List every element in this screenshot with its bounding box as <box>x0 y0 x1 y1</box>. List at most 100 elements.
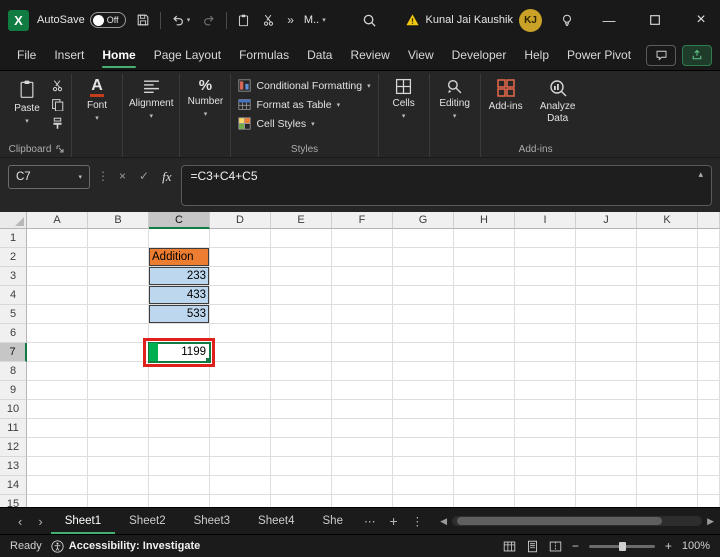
grid-cell-j5[interactable] <box>576 305 637 324</box>
grid-cell-c14[interactable] <box>149 476 210 495</box>
row-header-1[interactable]: 1 <box>0 229 27 248</box>
menu-page-layout[interactable]: Page Layout <box>145 43 230 67</box>
grid-cell-b5[interactable] <box>88 305 149 324</box>
grid-cell-d14[interactable] <box>210 476 271 495</box>
row-header-7[interactable]: 7 <box>0 343 27 362</box>
undo-button[interactable]: ▾ <box>169 11 193 29</box>
name-box[interactable]: C7 ▾ <box>8 165 90 189</box>
menu-home[interactable]: Home <box>93 43 144 67</box>
grid-cell-h9[interactable] <box>454 381 515 400</box>
grid-cell-d1[interactable] <box>210 229 271 248</box>
dialog-launcher-icon[interactable] <box>56 145 64 153</box>
column-header-h[interactable]: H <box>454 212 515 229</box>
row-header-5[interactable]: 5 <box>0 305 27 324</box>
menu-insert[interactable]: Insert <box>45 43 93 67</box>
grid-cell-k8[interactable] <box>637 362 698 381</box>
row-header-13[interactable]: 13 <box>0 457 27 476</box>
page-layout-view-icon[interactable] <box>526 540 539 553</box>
redo-button[interactable] <box>200 11 218 29</box>
grid-cell-g10[interactable] <box>393 400 454 419</box>
save-button[interactable] <box>134 11 152 29</box>
new-sheet-button[interactable]: + <box>382 513 404 529</box>
grid-cell-i6[interactable] <box>515 324 576 343</box>
grid-cell-k2[interactable] <box>637 248 698 267</box>
customize-toolbar-dropdown[interactable]: M.. ▾ <box>304 14 326 26</box>
grid-cell-i2[interactable] <box>515 248 576 267</box>
format-painter-icon[interactable] <box>51 117 64 130</box>
grid-cell-c1[interactable] <box>149 229 210 248</box>
formula-bar-expand-icon[interactable]: ▴ <box>698 169 703 180</box>
grid-cell-h4[interactable] <box>454 286 515 305</box>
column-header-c[interactable]: C <box>149 212 210 229</box>
grid-cell-e11[interactable] <box>271 419 332 438</box>
grid-cell-b1[interactable] <box>88 229 149 248</box>
cells-button[interactable]: Cells ▾ <box>382 74 426 120</box>
grid-cell-b13[interactable] <box>88 457 149 476</box>
grid-cell-a6[interactable] <box>27 324 88 343</box>
sheet-tab-sheet4[interactable]: Sheet4 <box>244 508 308 534</box>
grid-cell-k1[interactable] <box>637 229 698 248</box>
editing-button[interactable]: Editing ▾ <box>433 74 477 120</box>
column-header-d[interactable]: D <box>210 212 271 229</box>
minimize-button[interactable]: — <box>590 0 628 40</box>
grid-cell-f15[interactable] <box>332 495 393 507</box>
grid-cell-b9[interactable] <box>88 381 149 400</box>
grid-cell-k15[interactable] <box>637 495 698 507</box>
grid-cell-b14[interactable] <box>88 476 149 495</box>
menu-file[interactable]: File <box>8 43 45 67</box>
grid-cell-k14[interactable] <box>637 476 698 495</box>
zoom-slider[interactable] <box>589 545 655 548</box>
grid-cell-e5[interactable] <box>271 305 332 324</box>
grid-cell-f11[interactable] <box>332 419 393 438</box>
prev-sheet-button[interactable]: ‹ <box>10 514 30 529</box>
grid-cell-j1[interactable] <box>576 229 637 248</box>
grid-cell-k13[interactable] <box>637 457 698 476</box>
paste-button[interactable]: Paste ▾ <box>5 74 49 125</box>
grid-cell-b10[interactable] <box>88 400 149 419</box>
grid-cell-g12[interactable] <box>393 438 454 457</box>
grid-cell-i4[interactable] <box>515 286 576 305</box>
row-header-15[interactable]: 15 <box>0 495 27 507</box>
menu-view[interactable]: View <box>399 43 443 67</box>
grid-cell-k6[interactable] <box>637 324 698 343</box>
grid-cell-f6[interactable] <box>332 324 393 343</box>
grid-cell-b12[interactable] <box>88 438 149 457</box>
row-header-8[interactable]: 8 <box>0 362 27 381</box>
grid-cell-i9[interactable] <box>515 381 576 400</box>
grid-cell-d8[interactable] <box>210 362 271 381</box>
grid-cell-c12[interactable] <box>149 438 210 457</box>
normal-view-icon[interactable] <box>503 540 516 553</box>
grid-cell-e4[interactable] <box>271 286 332 305</box>
column-header-k[interactable]: K <box>637 212 698 229</box>
menu-power-pivot[interactable]: Power Pivot <box>558 43 640 67</box>
grid-cell-a15[interactable] <box>27 495 88 507</box>
formula-input[interactable]: =C3+C4+C5 ▴ <box>181 165 712 206</box>
grid-cell-i1[interactable] <box>515 229 576 248</box>
close-button[interactable]: × <box>682 0 720 40</box>
clipboard-qat-button[interactable] <box>235 11 252 29</box>
grid-cell-d13[interactable] <box>210 457 271 476</box>
column-header-f[interactable]: F <box>332 212 393 229</box>
select-all-corner[interactable] <box>0 212 27 229</box>
grid-cell-e12[interactable] <box>271 438 332 457</box>
grid-cell-f4[interactable] <box>332 286 393 305</box>
grid-cell-e1[interactable] <box>271 229 332 248</box>
grid-cell-k9[interactable] <box>637 381 698 400</box>
autosave-switch[interactable]: Off <box>90 12 126 28</box>
grid-cell-b7[interactable] <box>88 343 149 362</box>
share-button[interactable] <box>682 45 712 66</box>
grid-cell-f10[interactable] <box>332 400 393 419</box>
sheet-tab-sheet1[interactable]: Sheet1 <box>51 508 115 534</box>
grid-cell-h12[interactable] <box>454 438 515 457</box>
tabbar-options-icon[interactable]: ⋮ <box>405 514 431 528</box>
account-area[interactable]: Kunal Jai Kaushik KJ <box>405 9 542 32</box>
grid-cell-h2[interactable] <box>454 248 515 267</box>
grid-cell-j4[interactable] <box>576 286 637 305</box>
cut-icon[interactable] <box>51 79 64 92</box>
grid-cell-a9[interactable] <box>27 381 88 400</box>
comments-button[interactable] <box>646 45 676 66</box>
zoom-in-button[interactable]: + <box>665 539 672 553</box>
grid-cell-j7[interactable] <box>576 343 637 362</box>
grid-cell-a4[interactable] <box>27 286 88 305</box>
grid-cell-b8[interactable] <box>88 362 149 381</box>
